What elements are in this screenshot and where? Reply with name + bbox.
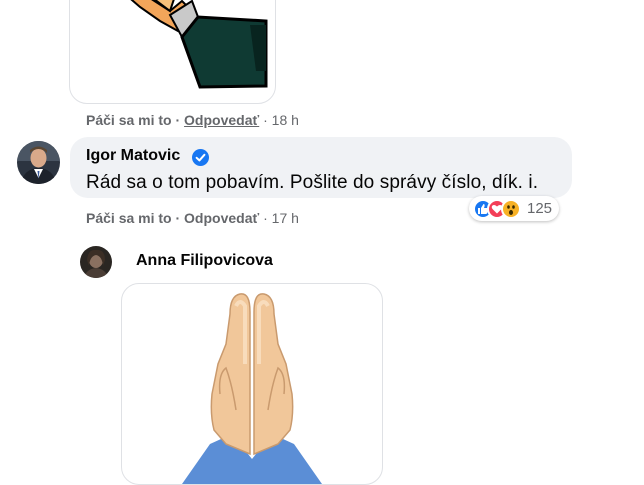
avatar[interactable] [17, 141, 60, 184]
like-link[interactable]: Páči sa mi to [86, 112, 172, 128]
sticker-attachment[interactable] [69, 0, 276, 104]
clapping-hands-sticker [130, 0, 268, 89]
timestamp[interactable]: 17 h [272, 210, 299, 226]
separator: · [263, 210, 268, 226]
separator: · [263, 112, 268, 128]
reply-link[interactable]: Odpovedať [184, 210, 259, 226]
timestamp[interactable]: 18 h [272, 112, 299, 128]
reactions-summary[interactable]: 125 [469, 196, 560, 221]
comment-actions: Páči sa mi to · Odpovedať · 17 h [86, 210, 299, 226]
comment-text: Rád sa o tom pobavím. Pošlite do správy … [86, 172, 539, 193]
sticker-attachment[interactable] [121, 283, 383, 485]
reaction-count: 125 [527, 200, 553, 217]
comment-actions-top: Páči sa mi to · Odpovedať · 18 h [86, 112, 299, 128]
separator: · [175, 210, 181, 226]
folded-hands-icon [182, 293, 322, 484]
wow-icon [501, 198, 521, 219]
reply-link[interactable]: Odpovedať [184, 112, 259, 128]
like-link[interactable]: Páči sa mi to [86, 210, 172, 226]
comment-author[interactable]: Igor Matovic [86, 147, 180, 165]
avatar[interactable] [80, 246, 112, 278]
verified-badge-icon [192, 149, 209, 166]
profile-photo [17, 141, 60, 184]
profile-photo [80, 246, 112, 278]
separator: · [175, 112, 181, 128]
reply-author[interactable]: Anna Filipovicova [136, 252, 273, 270]
